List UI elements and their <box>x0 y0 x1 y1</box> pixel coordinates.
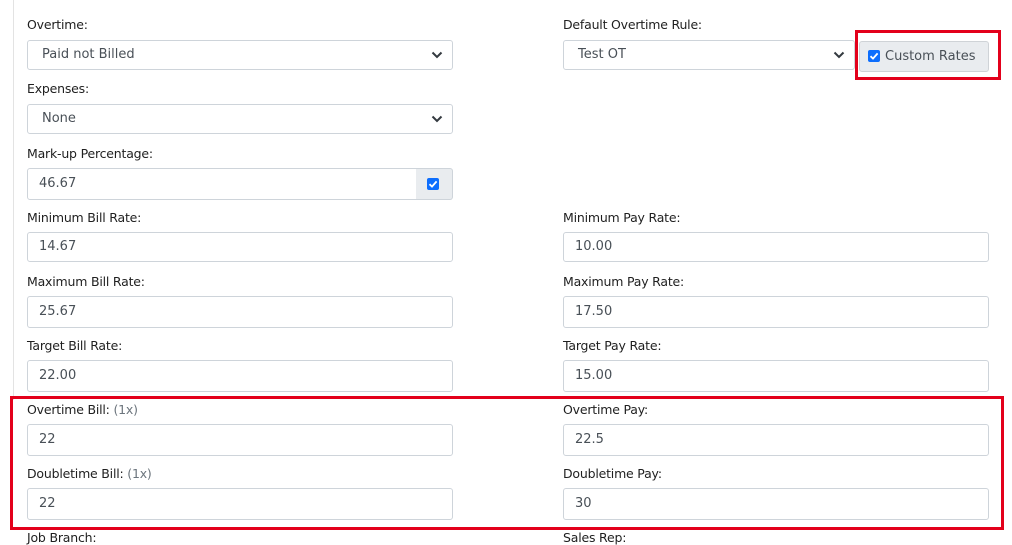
expenses-label: Expenses: <box>27 81 89 96</box>
target-pay-value: 15.00 <box>575 368 613 383</box>
overtime-select[interactable]: Paid not Billed <box>27 40 453 70</box>
max-bill-label: Maximum Bill Rate: <box>27 274 145 289</box>
job-branch-label: Job Branch: <box>27 530 97 545</box>
expenses-select-value: None <box>42 111 76 126</box>
default-overtime-rule-label: Default Overtime Rule: <box>563 17 702 32</box>
panel-left-border <box>13 0 14 400</box>
markup-checkbox[interactable] <box>427 178 439 190</box>
target-bill-label: Target Bill Rate: <box>27 338 123 353</box>
min-pay-value: 10.00 <box>575 239 613 254</box>
target-bill-value: 22.00 <box>39 368 77 383</box>
min-bill-input[interactable]: 14.67 <box>27 232 453 262</box>
markup-addon <box>416 168 453 200</box>
min-pay-input[interactable]: 10.00 <box>563 232 989 262</box>
max-bill-value: 25.67 <box>39 304 77 319</box>
checkmark-icon <box>428 180 438 188</box>
target-pay-label: Target Pay Rate: <box>563 338 662 353</box>
max-pay-value: 17.50 <box>575 304 613 319</box>
chevron-down-icon <box>431 115 443 123</box>
default-overtime-rule-value: Test OT <box>578 47 626 62</box>
target-pay-input[interactable]: 15.00 <box>563 360 989 392</box>
max-pay-label: Maximum Pay Rate: <box>563 274 685 289</box>
chevron-down-icon <box>431 51 443 59</box>
markup-value: 46.67 <box>39 176 77 191</box>
chevron-down-icon <box>833 51 845 59</box>
markup-label: Mark-up Percentage: <box>27 146 153 161</box>
expenses-select[interactable]: None <box>27 104 453 134</box>
max-bill-input[interactable]: 25.67 <box>27 296 453 328</box>
sales-rep-label: Sales Rep: <box>563 530 627 545</box>
custom-rates-highlight <box>855 30 1001 80</box>
target-bill-input[interactable]: 22.00 <box>27 360 453 392</box>
default-overtime-rule-select[interactable]: Test OT <box>563 40 855 70</box>
min-bill-value: 14.67 <box>39 239 77 254</box>
markup-input[interactable]: 46.67 <box>27 168 417 200</box>
overtime-label: Overtime: <box>27 17 88 32</box>
max-pay-input[interactable]: 17.50 <box>563 296 989 328</box>
min-bill-label: Minimum Bill Rate: <box>27 210 142 225</box>
rates-highlight <box>10 396 1004 530</box>
overtime-select-value: Paid not Billed <box>42 47 135 62</box>
min-pay-label: Minimum Pay Rate: <box>563 210 681 225</box>
